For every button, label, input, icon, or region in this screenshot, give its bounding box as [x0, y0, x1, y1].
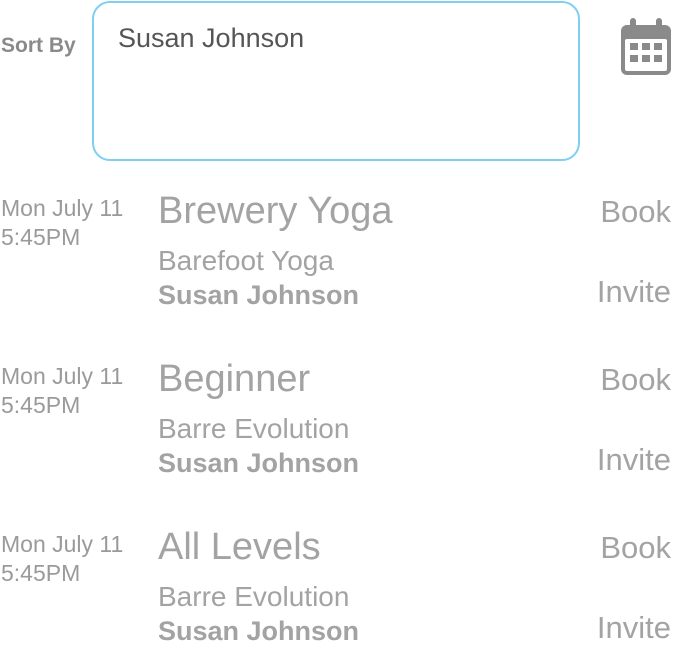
- session-instructor: Susan Johnson: [158, 448, 360, 478]
- invite-button[interactable]: Invite: [597, 442, 671, 478]
- session-date: Mon July 11: [1, 363, 124, 389]
- invite-button[interactable]: Invite: [597, 274, 671, 310]
- session-title: Beginner: [158, 358, 311, 400]
- session-date: Mon July 11: [1, 195, 124, 221]
- session-time: 5:45PM: [1, 224, 81, 250]
- session-title: Brewery Yoga: [158, 190, 393, 232]
- session-studio: Barefoot Yoga: [158, 245, 334, 276]
- book-button[interactable]: Book: [600, 362, 671, 398]
- session-row: Mon July 11 5:45PM Beginner Barre Evolut…: [0, 358, 673, 508]
- session-studio: Barre Evolution: [158, 581, 350, 612]
- session-time: 5:45PM: [1, 560, 81, 586]
- session-row: Mon July 11 5:45PM Brewery Yoga Barefoot…: [0, 190, 673, 340]
- book-button[interactable]: Book: [600, 194, 671, 230]
- session-title: All Levels: [158, 526, 321, 568]
- session-row: Mon July 11 5:45PM All Levels Barre Evol…: [0, 526, 673, 652]
- session-instructor: Susan Johnson: [158, 280, 360, 310]
- calendar-icon: [621, 18, 671, 75]
- session-time: 5:45PM: [1, 392, 81, 418]
- session-instructor: Susan Johnson: [158, 616, 360, 646]
- book-button[interactable]: Book: [600, 530, 671, 566]
- session-date: Mon July 11: [1, 531, 124, 557]
- session-studio: Barre Evolution: [158, 413, 350, 444]
- class-schedule-screen: Sort By Susan Johnson Mon July 11 5:45PM…: [0, 0, 673, 652]
- invite-button[interactable]: Invite: [597, 610, 671, 646]
- instructor-filter-field[interactable]: Susan Johnson: [92, 1, 580, 161]
- sort-by-label: Sort By: [1, 34, 76, 57]
- calendar-button[interactable]: [619, 17, 673, 77]
